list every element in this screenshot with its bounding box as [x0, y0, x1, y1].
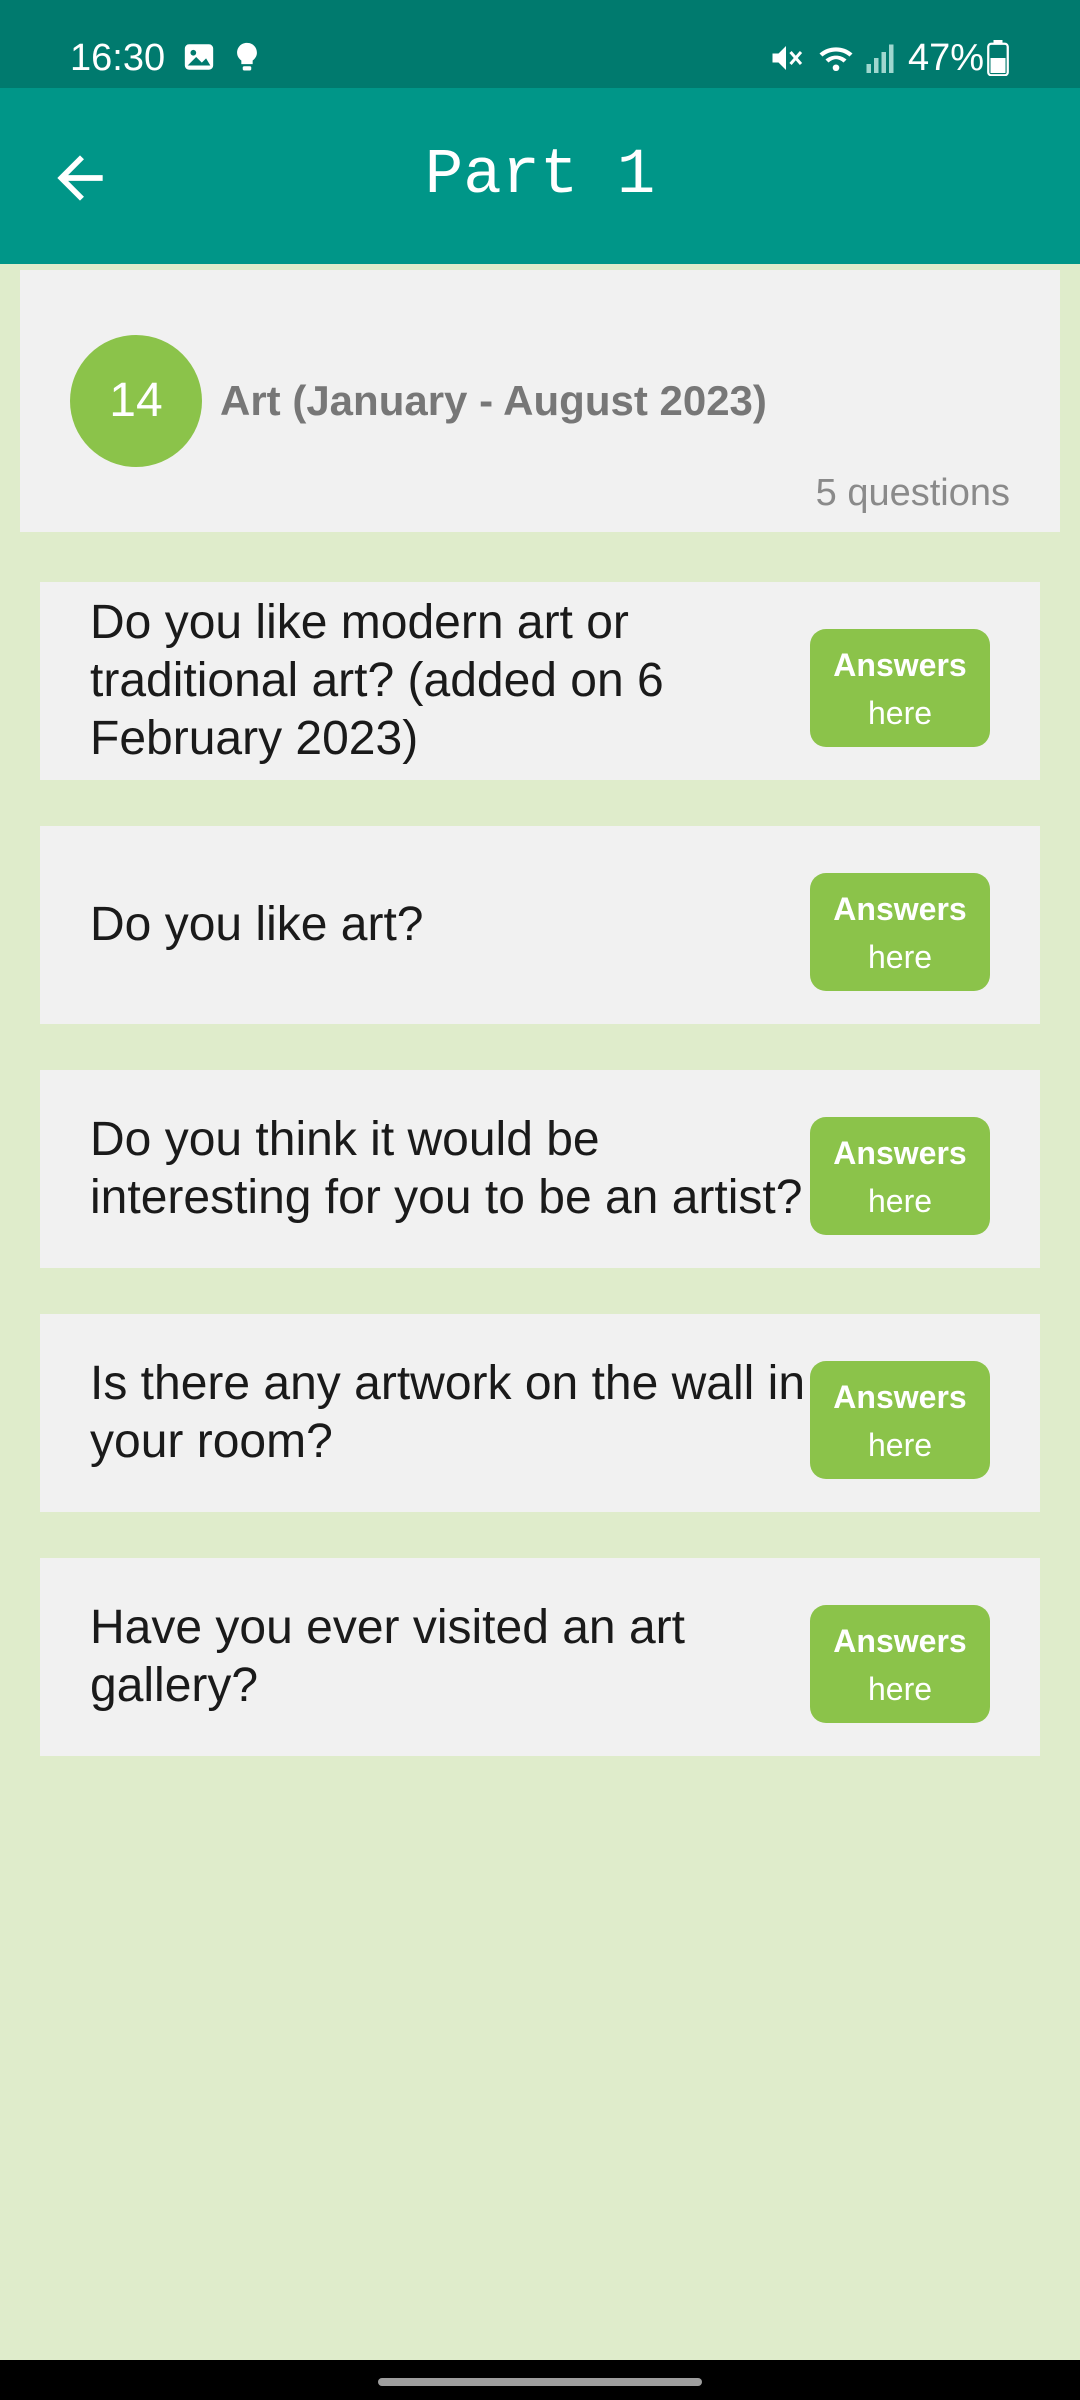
app-bar: Part 1 [0, 88, 1080, 264]
answers-button-sublabel: here [867, 939, 933, 975]
answers-button-label: Answers [833, 891, 967, 927]
answers-button[interactable]: Answers here [810, 1361, 990, 1479]
mute-icon [768, 40, 808, 80]
question-card: Have you ever visited an art gallery? An… [40, 1558, 1040, 1756]
answers-button-sublabel: here [867, 1427, 933, 1463]
answers-button-sublabel: here [867, 695, 933, 731]
question-text: Is there any artwork on the wall in your… [90, 1357, 806, 1468]
answers-button-sublabel: here [867, 1183, 933, 1219]
answers-button[interactable]: Answers here [810, 873, 990, 991]
answers-button[interactable]: Answers here [810, 1605, 990, 1723]
answers-button-label: Answers [833, 647, 967, 683]
signal-icon [862, 40, 902, 80]
status-time: 16:30 [70, 37, 166, 79]
answers-button-label: Answers [833, 1623, 967, 1659]
question-text: Do you like art? [90, 898, 424, 951]
question-text: Do you think it would be interesting for… [90, 1113, 803, 1224]
topic-title: Art (January - August 2023) [220, 377, 767, 424]
question-card: Do you like art? Answers here [40, 826, 1040, 1024]
question-text: Do you like modern art or traditional ar… [90, 596, 664, 765]
answers-button-label: Answers [833, 1135, 967, 1171]
system-nav-bar [0, 2360, 1080, 2400]
question-card: Do you like modern art or traditional ar… [40, 582, 1040, 780]
question-card: Do you think it would be interesting for… [40, 1070, 1040, 1268]
topic-number-badge: 14 [70, 335, 202, 467]
answers-button-label: Answers [833, 1379, 967, 1415]
battery-icon [986, 40, 1026, 80]
status-bar: 16:30 47% [0, 0, 1080, 88]
arrow-left-icon [57, 155, 103, 201]
page-title: Part 1 [424, 140, 656, 212]
wifi-icon [816, 40, 856, 80]
image-icon [182, 40, 222, 80]
back-button[interactable] [30, 128, 130, 228]
question-card: Is there any artwork on the wall in your… [40, 1314, 1040, 1512]
battery-percentage: 47% [908, 37, 985, 79]
question-text: Have you ever visited an art gallery? [90, 1601, 685, 1712]
lightbulb-icon [230, 40, 270, 80]
topic-header-card: 14 Art (January - August 2023) 5 questio… [20, 270, 1060, 532]
answers-button-sublabel: here [867, 1671, 933, 1707]
question-count: 5 questions [815, 472, 1010, 514]
answers-button[interactable]: Answers here [810, 629, 990, 747]
answers-button[interactable]: Answers here [810, 1117, 990, 1235]
home-gesture-handle[interactable] [378, 2378, 702, 2386]
